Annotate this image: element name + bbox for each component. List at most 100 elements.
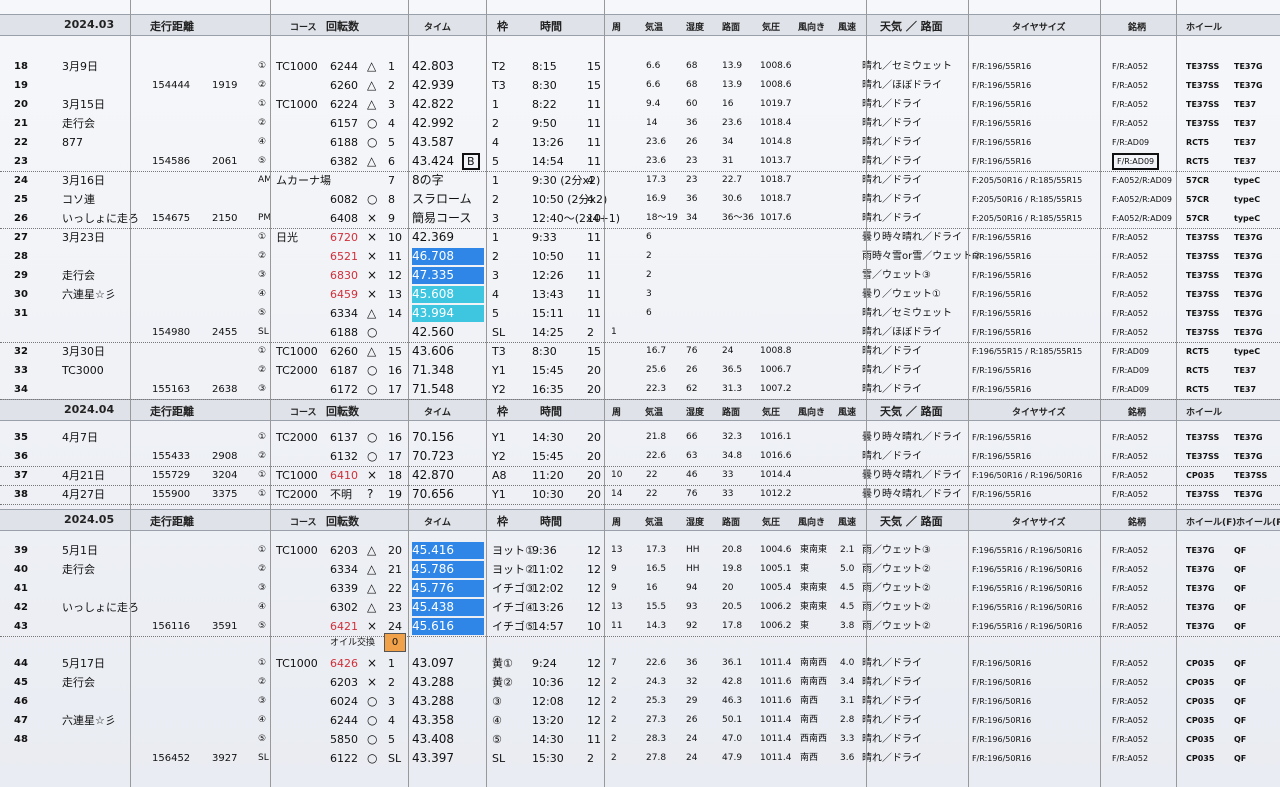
- header-tire: タイヤサイズ: [1012, 518, 1066, 528]
- lap-number: 4: [388, 714, 395, 727]
- table-row[interactable]: 29 走行会 ③ 6830 × 12 47.335 3 12:26 11 2 雪／ウェット③ F/R:1…: [0, 266, 1280, 285]
- wheel-rear-cell: TE37G: [1234, 252, 1263, 261]
- weather-cell: 晴れ／ドライ: [862, 753, 922, 764]
- table-row[interactable]: 43 156116 3591 ⑤ 6421 × 24 45.616 イチゴ⑤ 14:57 10 11 1…: [0, 617, 1280, 637]
- rating-mark: ×: [367, 675, 378, 689]
- wheel-front-cell: 57CR: [1186, 214, 1210, 223]
- table-row[interactable]: 28 ② 6521 × 11 46.708 2 10:50 11 2 雨時々雪or雪／ウェット② F/…: [0, 247, 1280, 266]
- time-of-day-cell: 13:26: [532, 601, 564, 614]
- table-row[interactable]: 38 4月27日 155900 3375 ① TC2000 不明? 19 70.656 Y1 10:…: [0, 485, 1280, 505]
- wind-direction-cell: 南南西: [800, 677, 828, 687]
- time-of-day-cell: 15:30: [532, 752, 564, 765]
- table-row[interactable]: 26 いっしょに走ろ 154675 2150 PM 6408 × 9 簡易コース 3 12:40〜(…: [0, 209, 1280, 229]
- header-tire: タイヤサイズ: [1012, 408, 1066, 418]
- rating-mark: ○: [367, 382, 378, 396]
- table-row[interactable]: 45 走行会 ② 6203 × 2 43.288 黄② 10:36 12 2 24.3 32 42.8 10…: [0, 673, 1280, 692]
- table-row[interactable]: 25 コソ連 6082 ○ 8 スラローム 2 10:50 (2分x2) 4 16.9 36 30.6…: [0, 190, 1280, 209]
- table-row[interactable]: 44 5月17日 ① TC1000 6426 × 1 43.097 黄① 9:24 12 7 22.6 3…: [0, 654, 1280, 673]
- frame-cell: T3: [492, 345, 506, 358]
- table-row[interactable]: 33 TC3000 ② TC2000 6187 ○ 16 71.348 Y1 15:45 20 25.…: [0, 361, 1280, 380]
- row-index: 31: [14, 308, 28, 319]
- road-temp-cell: 31.3: [722, 384, 743, 394]
- table-row[interactable]: 154980 2455 SL 6188 ○ 42.560 SL 14:25 2 1 晴れ／ほぼドライ…: [0, 323, 1280, 343]
- pressure-cell: 1011.4: [760, 658, 792, 668]
- distance-cell: 3927: [212, 753, 238, 764]
- rpm-cell: 6408: [330, 212, 358, 225]
- table-row[interactable]: 37 4月21日 155729 3204 ① TC1000 6410 × 18 42.870 A8 1…: [0, 466, 1280, 486]
- table-row[interactable]: 46 ③ 6024 ○ 3 43.288 ③ 12:08 12 2 25.3 29 46.3 1011.6…: [0, 692, 1280, 711]
- hour-count-cell: 10: [587, 620, 601, 633]
- lap-number: 8: [388, 193, 395, 206]
- lap-time-cell: スラローム: [412, 192, 472, 206]
- rating-mark: ○: [367, 751, 378, 765]
- lap-time-cell: 42.560: [412, 325, 454, 339]
- table-row[interactable]: 18 3月9日 ① TC1000 6244 △ 1 42.803 T2 8:15 15 6.6 68 13…: [0, 57, 1280, 76]
- table-row[interactable]: 19 154444 1919 ② 6260 △ 2 42.939 T3 8:30 15 6.6 68 13…: [0, 76, 1280, 95]
- table-row[interactable]: 27 3月23日 ① 日光 6720 × 10 42.369 1 9:33 11 6 曇り時々晴れ／ドラ…: [0, 228, 1280, 247]
- humidity-cell: HH: [686, 545, 700, 555]
- time-of-day-cell: 10:36: [532, 676, 564, 689]
- header-wspd: 風速: [838, 408, 857, 418]
- lap-time-cell: 42.870: [412, 468, 454, 482]
- table-row[interactable]: 23 154586 2061 ⑤ 6382 △ 6 43.424 5 14:54 11 23.6 23 3…: [0, 152, 1280, 172]
- session-number: ②: [258, 564, 267, 574]
- header-weather: 天気 ／ 路面: [880, 515, 943, 528]
- tire-brand-cell: F/R:A052: [1112, 81, 1149, 90]
- wheel-rear-cell: TE37G: [1234, 271, 1263, 280]
- wheel-front-cell: TE37G: [1186, 603, 1215, 612]
- table-row[interactable]: 156452 3927 SL 6122 ○ SL 43.397 SL 15:30 2 2 27.8 24…: [0, 749, 1280, 768]
- grid-line: [968, 0, 969, 787]
- table-row[interactable]: 32 3月30日 ① TC1000 6260 △ 15 43.606 T3 8:30 15 16.7 7…: [0, 342, 1280, 361]
- header-km: 走行距離: [150, 515, 194, 528]
- hour-count-cell: 12: [587, 582, 601, 595]
- table-row[interactable]: 20 3月15日 ① TC1000 6224 △ 3 42.822 1 8:22 11 9.4 60 16…: [0, 95, 1280, 114]
- wheel-rear-cell: QF: [1234, 716, 1247, 725]
- weather-cell: 晴れ／ドライ: [862, 213, 922, 224]
- road-temp-cell: 19.8: [722, 564, 743, 574]
- humidity-cell: 34: [686, 213, 698, 223]
- frame-cell: Y1: [492, 488, 506, 501]
- table-row[interactable]: 34 155163 2638 ③ 6172 ○ 17 71.548 Y2 16:35 20 22.3 6…: [0, 380, 1280, 400]
- table-row[interactable]: 22 877 ④ 6188 ○ 5 43.587 4 13:26 11 23.6 26 34 1014.8…: [0, 133, 1280, 152]
- road-temp-cell: 16: [722, 99, 734, 109]
- pressure-cell: 1016.6: [760, 451, 792, 461]
- temperature-cell: 25.3: [646, 696, 667, 706]
- table-row[interactable]: 47 六連星☆彡 ④ 6244 ○ 4 43.358 ④ 13:20 12 2 27.3 26 50.1 1…: [0, 711, 1280, 730]
- tire-size-cell: F:196/55R16 / R:196/50R16: [972, 565, 1083, 574]
- lap-time-cell: 43.288: [412, 675, 454, 689]
- tire-brand-cell: F/R:A052: [1112, 433, 1149, 442]
- row-index: 38: [14, 489, 28, 500]
- table-row[interactable]: 31 ⑤ 6334 △ 14 43.994 5 15:11 11 6 晴れ／セミウェット F/R:19…: [0, 304, 1280, 323]
- wind-speed-cell: 2.8: [840, 715, 855, 725]
- table-row[interactable]: 39 5月1日 ① TC1000 6203 △ 20 45.416 ヨット① 9:36 12 13 17…: [0, 541, 1280, 560]
- session-number: SL: [258, 753, 269, 763]
- table-row[interactable]: 41 ③ 6339 △ 22 45.776 イチゴ③ 12:02 12 9 16 94 20 1005.4…: [0, 579, 1280, 598]
- table-row[interactable]: 40 走行会 ② 6334 △ 21 45.786 ヨット② 11:02 12 9 16.5 HH 19.…: [0, 560, 1280, 579]
- grid-line: [604, 0, 605, 787]
- hour-count-cell: 20: [587, 469, 601, 482]
- table-row[interactable]: 24 3月16日 AM ムカーナ場 7 8の字 1 9:30 (2分x2) 4 17.3 23 22.…: [0, 171, 1280, 190]
- table-row[interactable]: 30 六連星☆彡 ④ 6459 × 13 45.608 4 13:43 11 3 曇り／ウェット① F/…: [0, 285, 1280, 304]
- lap-number: 15: [388, 345, 402, 358]
- wheel-front-cell: RCT5: [1186, 157, 1210, 166]
- hour-count-cell: 12: [587, 563, 601, 576]
- table-row[interactable]: 35 4月7日 ① TC2000 6137 ○ 16 70.156 Y1 14:30 20 21.8 6…: [0, 428, 1280, 447]
- table-row[interactable]: 42 いっしょに走ろ ④ 6302 △ 23 45.438 イチゴ④ 13:26 12 13 15.5…: [0, 598, 1280, 617]
- table-row[interactable]: 36 155433 2908 ② 6132 ○ 17 70.723 Y2 15:45 20 22.6 6…: [0, 447, 1280, 467]
- tire-size-cell: F/R:196/55R16: [972, 271, 1032, 280]
- tire-size-cell: F/R:196/55R16: [972, 62, 1032, 71]
- header-course: コース: [290, 518, 317, 528]
- table-row[interactable]: 21 走行会 ② 6157 ○ 4 42.992 2 9:50 11 14 36 23.6 1018.4 晴…: [0, 114, 1280, 133]
- mileage-cell: 155900: [152, 489, 191, 500]
- header-rpm: 回転数: [326, 515, 359, 528]
- rpm-cell: 6082: [330, 193, 358, 206]
- hour-count-cell: 11: [587, 288, 601, 301]
- row-index: 29: [14, 270, 28, 281]
- table-row[interactable]: 48 ⑤ 5850 ○ 5 43.408 ⑤ 14:30 11 2 28.3 24 47.0 1011.4…: [0, 730, 1280, 749]
- session-number: ③: [258, 583, 267, 593]
- humidity-cell: 36: [686, 194, 698, 204]
- session-number: ②: [258, 677, 267, 687]
- time-of-day-cell: 14:30: [532, 733, 564, 746]
- lap-number: 17: [388, 383, 402, 396]
- time-of-day-cell: 13:43: [532, 288, 564, 301]
